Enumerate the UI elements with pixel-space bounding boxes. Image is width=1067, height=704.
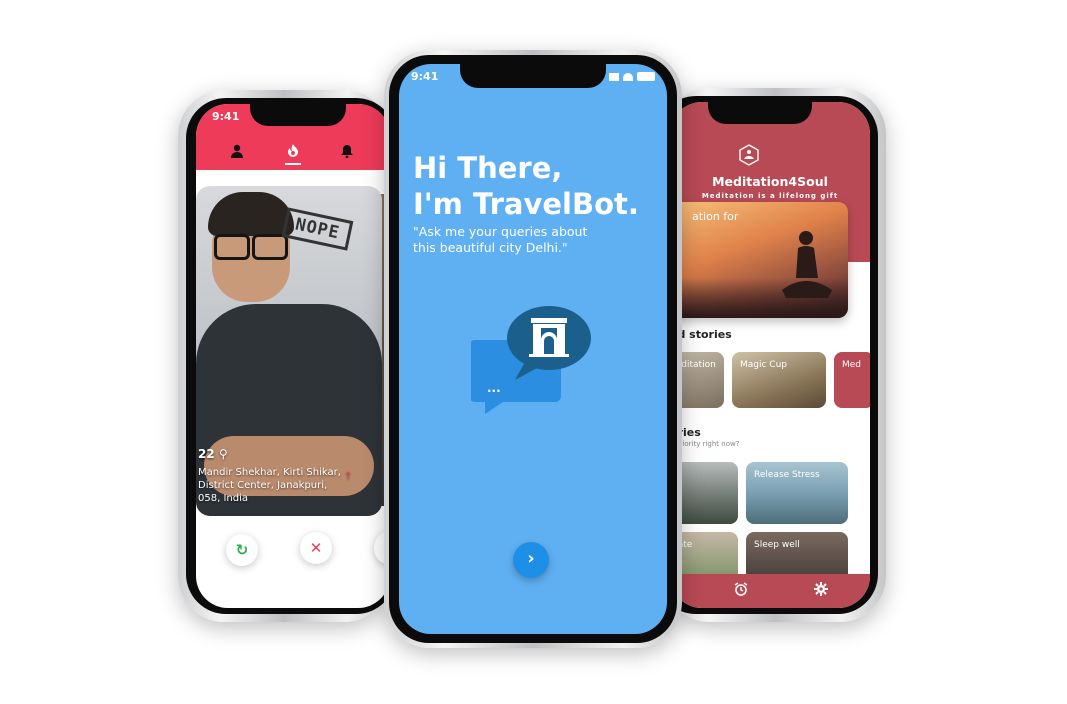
right-phone-screen: Meditation4Soul Meditation is a lifelong…	[670, 102, 870, 608]
hero-text: ation for	[692, 210, 739, 223]
greeting-line-1: Hi There,	[413, 151, 563, 185]
greeting-line-2: I'm TravelBot.	[413, 187, 639, 221]
next-button[interactable]: ›	[513, 542, 549, 578]
app-title: Meditation4Soul	[712, 174, 828, 189]
right-phone-notch	[708, 102, 812, 124]
profile-icon[interactable]	[230, 144, 244, 158]
dislike-button[interactable]: ✕	[300, 532, 332, 564]
status-icons	[609, 72, 655, 81]
active-tab-indicator	[285, 163, 301, 165]
meditating-person-icon	[782, 231, 832, 298]
priority-tile-release-stress[interactable]: Release Stress	[746, 462, 848, 524]
glasses-icon	[212, 234, 290, 260]
greeting-heading: Hi There, I'm TravelBot.	[413, 150, 639, 222]
battery-icon	[637, 72, 655, 81]
status-time: 9:41	[212, 110, 240, 123]
profile-photo-hair	[208, 192, 294, 236]
lotus-logo-icon	[738, 144, 760, 166]
info-arrow-icon[interactable]: ↑	[344, 470, 352, 483]
status-time: 9:41	[411, 70, 439, 83]
app-tagline: Meditation is a lifelong gift	[701, 192, 839, 200]
settings-icon[interactable]	[814, 582, 828, 600]
wifi-icon	[623, 72, 633, 81]
rewind-button[interactable]: ↻	[226, 534, 258, 566]
left-phone-screen: 9:41 NOPE 22 ⚲ Mandir Shekhar, Kirti Shi…	[196, 104, 390, 608]
hero-banner[interactable]: ation for	[670, 202, 848, 318]
profile-location-line2: District Center, Janakpuri,	[198, 480, 328, 491]
signal-icon	[609, 72, 619, 81]
nope-stamp: NOPE	[281, 207, 354, 251]
profile-location-line3: 058, India	[198, 493, 248, 504]
alarm-icon[interactable]	[734, 582, 748, 600]
right-phone: Meditation4Soul Meditation is a lifelong…	[656, 88, 886, 622]
center-phone-screen: 9:41 Hi There, I'm TravelBot. "Ask me yo…	[399, 64, 667, 634]
story-tile-med[interactable]: Med	[834, 352, 870, 408]
intro-quote: "Ask me your queries about this beautifu…	[413, 224, 613, 256]
center-phone: 9:41 Hi There, I'm TravelBot. "Ask me yo…	[384, 50, 682, 648]
profile-age: 22 ⚲	[198, 447, 228, 461]
story-tile-magic-cup[interactable]: Magic Cup	[732, 352, 826, 408]
bottom-nav	[670, 574, 870, 608]
quote-line-1: "Ask me your queries about	[413, 224, 588, 239]
left-phone-notch	[250, 104, 346, 126]
flame-icon[interactable]	[286, 144, 300, 158]
profile-location-line1: Mandir Shekhar, Kirti Shikar,	[198, 467, 341, 478]
profile-card[interactable]: NOPE 22 ⚲ Mandir Shekhar, Kirti Shikar, …	[196, 186, 382, 516]
center-phone-notch	[460, 64, 606, 88]
bell-icon[interactable]	[340, 144, 354, 159]
svg-text:...: ...	[487, 381, 501, 395]
chat-india-gate-icon: ...	[471, 306, 591, 414]
left-phone: 9:41 NOPE 22 ⚲ Mandir Shekhar, Kirti Shi…	[178, 90, 396, 622]
quote-line-2: this beautiful city Delhi."	[413, 240, 568, 255]
